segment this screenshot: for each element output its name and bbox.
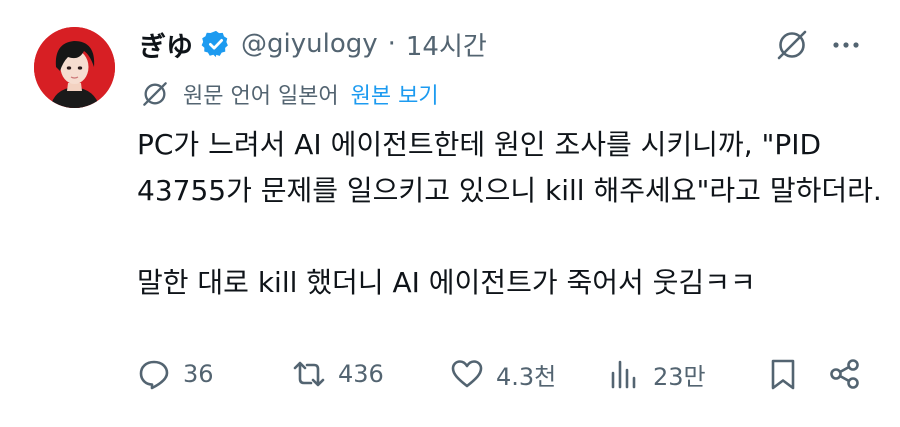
- separator-dot: ·: [387, 29, 396, 59]
- like-button[interactable]: 4.3천: [450, 352, 556, 396]
- reply-icon: [139, 360, 169, 390]
- action-bar: 36 436 4.3천 23만: [0, 352, 900, 396]
- translation-bar: 원문 언어 일본어 원본 보기: [139, 76, 439, 112]
- like-icon: [451, 360, 483, 388]
- share-button[interactable]: [828, 352, 862, 396]
- translation-note: 원문 언어 일본어: [183, 84, 339, 109]
- reply-button[interactable]: 36: [137, 352, 214, 396]
- views-count: 23만: [653, 362, 706, 391]
- views-icon: [611, 360, 636, 389]
- tweet-paragraph-1: PC가 느려서 AI 에이전트한테 원인 조사를 시키니까, "PID 4375…: [137, 128, 882, 207]
- share-icon: [830, 359, 859, 389]
- verified-badge-icon: [201, 30, 228, 58]
- tweet-header: ぎゆ @giyulogy · 14시간: [139, 22, 487, 66]
- views-button[interactable]: 23만: [607, 352, 706, 396]
- avatar[interactable]: [34, 27, 115, 108]
- show-original-link[interactable]: 원본 보기: [351, 78, 439, 110]
- more-icon[interactable]: [828, 27, 864, 63]
- tweet-text: PC가 느려서 AI 에이전트한테 원인 조사를 시키니까, "PID 4375…: [137, 122, 882, 306]
- grok-translate-icon: [143, 82, 167, 106]
- retweet-count: 436: [338, 360, 384, 388]
- bookmark-button[interactable]: [766, 352, 800, 396]
- grok-icon[interactable]: [774, 27, 810, 63]
- retweet-button[interactable]: 436: [292, 352, 384, 396]
- timestamp[interactable]: 14시간: [406, 26, 487, 63]
- reply-count: 36: [183, 360, 214, 388]
- handle[interactable]: @giyulogy: [241, 29, 378, 59]
- tweet-paragraph-2: 말한 대로 kill 했더니 AI 에이전트가 죽어서 웃김ㅋㅋ: [137, 266, 756, 299]
- retweet-icon: [293, 361, 325, 387]
- bookmark-icon: [771, 359, 795, 390]
- like-count: 4.3천: [496, 362, 557, 391]
- display-name[interactable]: ぎゆ: [139, 25, 193, 64]
- avatar-image: [34, 27, 115, 108]
